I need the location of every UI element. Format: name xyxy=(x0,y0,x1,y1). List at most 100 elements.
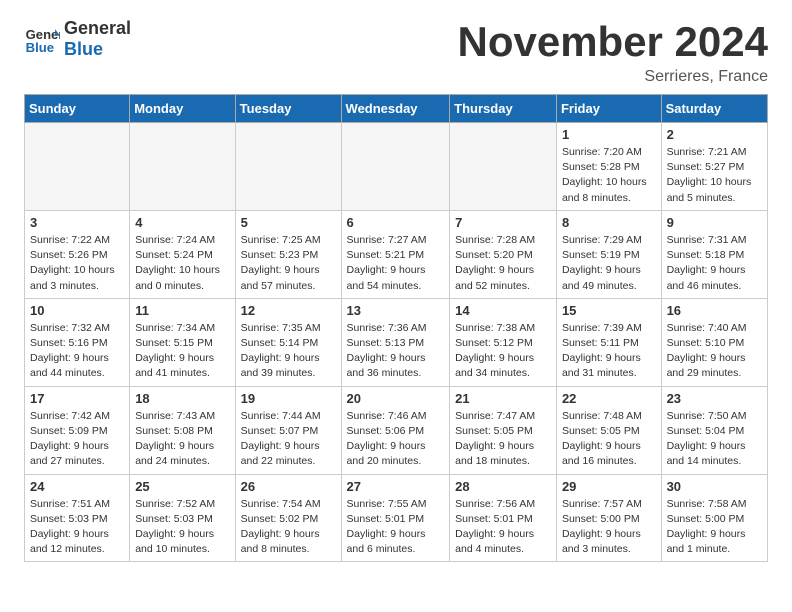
day-cell: 5 Sunrise: 7:25 AM Sunset: 5:23 PM Daylig… xyxy=(235,210,341,298)
weekday-header-tuesday: Tuesday xyxy=(235,95,341,123)
day-cell xyxy=(341,123,450,211)
day-number: 20 xyxy=(347,391,445,406)
day-info: Sunrise: 7:52 AM Sunset: 5:03 PM Dayligh… xyxy=(135,497,229,558)
day-cell: 10Sunrise: 7:32 AM Sunset: 5:16 PM Dayli… xyxy=(25,298,130,386)
day-cell: 18Sunrise: 7:43 AM Sunset: 5:08 PM Dayli… xyxy=(130,386,235,474)
day-number: 16 xyxy=(667,303,762,318)
day-number: 26 xyxy=(241,479,336,494)
day-number: 19 xyxy=(241,391,336,406)
day-cell: 25 Sunrise: 7:52 AM Sunset: 5:03 PM Dayli… xyxy=(130,474,235,562)
week-row-3: 10Sunrise: 7:32 AM Sunset: 5:16 PM Dayli… xyxy=(25,298,768,386)
day-number: 4 xyxy=(135,215,229,230)
day-cell: 26Sunrise: 7:54 AM Sunset: 5:02 PM Dayli… xyxy=(235,474,341,562)
header: General Blue General Blue November 2024 … xyxy=(0,0,792,94)
day-cell: 4 Sunrise: 7:24 AM Sunset: 5:24 PM Daylig… xyxy=(130,210,235,298)
day-cell xyxy=(130,123,235,211)
day-cell: 30 Sunrise: 7:58 AM Sunset: 5:00 PM Dayli… xyxy=(661,474,767,562)
day-number: 15 xyxy=(562,303,656,318)
weekday-header-row: SundayMondayTuesdayWednesdayThursdayFrid… xyxy=(25,95,768,123)
day-number: 17 xyxy=(30,391,124,406)
logo-line2: Blue xyxy=(64,39,131,60)
day-number: 24 xyxy=(30,479,124,494)
day-number: 6 xyxy=(347,215,445,230)
day-info: Sunrise: 7:51 AM Sunset: 5:03 PM Dayligh… xyxy=(30,497,124,558)
logo-line1: General xyxy=(64,18,131,39)
day-cell: 14 Sunrise: 7:38 AM Sunset: 5:12 PM Dayli… xyxy=(450,298,557,386)
day-cell: 28 Sunrise: 7:56 AM Sunset: 5:01 PM Dayli… xyxy=(450,474,557,562)
day-info: Sunrise: 7:46 AM Sunset: 5:06 PM Dayligh… xyxy=(347,409,445,470)
day-cell: 11 Sunrise: 7:34 AM Sunset: 5:15 PM Dayli… xyxy=(130,298,235,386)
day-number: 25 xyxy=(135,479,229,494)
day-number: 28 xyxy=(455,479,551,494)
day-cell: 19 Sunrise: 7:44 AM Sunset: 5:07 PM Dayli… xyxy=(235,386,341,474)
day-info: Sunrise: 7:29 AM Sunset: 5:19 PM Dayligh… xyxy=(562,233,656,294)
day-info: Sunrise: 7:58 AM Sunset: 5:00 PM Dayligh… xyxy=(667,497,762,558)
day-cell: 6 Sunrise: 7:27 AM Sunset: 5:21 PM Daylig… xyxy=(341,210,450,298)
day-cell: 1 Sunrise: 7:20 AM Sunset: 5:28 PM Daylig… xyxy=(556,123,661,211)
day-cell: 23 Sunrise: 7:50 AM Sunset: 5:04 PM Dayli… xyxy=(661,386,767,474)
weekday-header-sunday: Sunday xyxy=(25,95,130,123)
day-number: 1 xyxy=(562,127,656,142)
day-cell: 29Sunrise: 7:57 AM Sunset: 5:00 PM Dayli… xyxy=(556,474,661,562)
day-info: Sunrise: 7:39 AM Sunset: 5:11 PM Dayligh… xyxy=(562,321,656,382)
day-number: 5 xyxy=(241,215,336,230)
day-info: Sunrise: 7:24 AM Sunset: 5:24 PM Dayligh… xyxy=(135,233,229,294)
day-cell: 3Sunrise: 7:22 AM Sunset: 5:26 PM Daylig… xyxy=(25,210,130,298)
svg-text:Blue: Blue xyxy=(26,40,54,55)
day-info: Sunrise: 7:28 AM Sunset: 5:20 PM Dayligh… xyxy=(455,233,551,294)
day-cell: 13Sunrise: 7:36 AM Sunset: 5:13 PM Dayli… xyxy=(341,298,450,386)
week-row-5: 24 Sunrise: 7:51 AM Sunset: 5:03 PM Dayli… xyxy=(25,474,768,562)
calendar-table: SundayMondayTuesdayWednesdayThursdayFrid… xyxy=(24,94,768,562)
day-info: Sunrise: 7:21 AM Sunset: 5:27 PM Dayligh… xyxy=(667,145,762,206)
day-info: Sunrise: 7:27 AM Sunset: 5:21 PM Dayligh… xyxy=(347,233,445,294)
day-info: Sunrise: 7:42 AM Sunset: 5:09 PM Dayligh… xyxy=(30,409,124,470)
weekday-header-saturday: Saturday xyxy=(661,95,767,123)
day-number: 12 xyxy=(241,303,336,318)
day-number: 3 xyxy=(30,215,124,230)
day-info: Sunrise: 7:48 AM Sunset: 5:05 PM Dayligh… xyxy=(562,409,656,470)
day-number: 18 xyxy=(135,391,229,406)
week-row-4: 17 Sunrise: 7:42 AM Sunset: 5:09 PM Dayli… xyxy=(25,386,768,474)
day-info: Sunrise: 7:36 AM Sunset: 5:13 PM Dayligh… xyxy=(347,321,445,382)
day-info: Sunrise: 7:44 AM Sunset: 5:07 PM Dayligh… xyxy=(241,409,336,470)
day-cell: 16 Sunrise: 7:40 AM Sunset: 5:10 PM Dayli… xyxy=(661,298,767,386)
day-info: Sunrise: 7:20 AM Sunset: 5:28 PM Dayligh… xyxy=(562,145,656,206)
day-cell: 15 Sunrise: 7:39 AM Sunset: 5:11 PM Dayli… xyxy=(556,298,661,386)
day-info: Sunrise: 7:34 AM Sunset: 5:15 PM Dayligh… xyxy=(135,321,229,382)
day-info: Sunrise: 7:55 AM Sunset: 5:01 PM Dayligh… xyxy=(347,497,445,558)
day-cell: 24 Sunrise: 7:51 AM Sunset: 5:03 PM Dayli… xyxy=(25,474,130,562)
day-info: Sunrise: 7:38 AM Sunset: 5:12 PM Dayligh… xyxy=(455,321,551,382)
day-number: 14 xyxy=(455,303,551,318)
calendar-wrap: SundayMondayTuesdayWednesdayThursdayFrid… xyxy=(0,94,792,574)
weekday-header-friday: Friday xyxy=(556,95,661,123)
day-info: Sunrise: 7:31 AM Sunset: 5:18 PM Dayligh… xyxy=(667,233,762,294)
day-info: Sunrise: 7:47 AM Sunset: 5:05 PM Dayligh… xyxy=(455,409,551,470)
day-number: 22 xyxy=(562,391,656,406)
title-block: November 2024 Serrieres, France xyxy=(457,18,768,86)
day-cell: 9 Sunrise: 7:31 AM Sunset: 5:18 PM Daylig… xyxy=(661,210,767,298)
day-number: 11 xyxy=(135,303,229,318)
day-cell xyxy=(235,123,341,211)
day-info: Sunrise: 7:40 AM Sunset: 5:10 PM Dayligh… xyxy=(667,321,762,382)
day-info: Sunrise: 7:56 AM Sunset: 5:01 PM Dayligh… xyxy=(455,497,551,558)
day-cell xyxy=(25,123,130,211)
day-number: 8 xyxy=(562,215,656,230)
day-number: 7 xyxy=(455,215,551,230)
day-info: Sunrise: 7:25 AM Sunset: 5:23 PM Dayligh… xyxy=(241,233,336,294)
day-info: Sunrise: 7:57 AM Sunset: 5:00 PM Dayligh… xyxy=(562,497,656,558)
day-cell: 21 Sunrise: 7:47 AM Sunset: 5:05 PM Dayli… xyxy=(450,386,557,474)
day-cell: 27Sunrise: 7:55 AM Sunset: 5:01 PM Dayli… xyxy=(341,474,450,562)
day-number: 30 xyxy=(667,479,762,494)
day-cell xyxy=(450,123,557,211)
day-number: 21 xyxy=(455,391,551,406)
day-cell: 17 Sunrise: 7:42 AM Sunset: 5:09 PM Dayli… xyxy=(25,386,130,474)
week-row-2: 3Sunrise: 7:22 AM Sunset: 5:26 PM Daylig… xyxy=(25,210,768,298)
day-cell: 20 Sunrise: 7:46 AM Sunset: 5:06 PM Dayli… xyxy=(341,386,450,474)
day-cell: 22 Sunrise: 7:48 AM Sunset: 5:05 PM Dayli… xyxy=(556,386,661,474)
day-number: 9 xyxy=(667,215,762,230)
day-number: 23 xyxy=(667,391,762,406)
day-info: Sunrise: 7:32 AM Sunset: 5:16 PM Dayligh… xyxy=(30,321,124,382)
day-info: Sunrise: 7:35 AM Sunset: 5:14 PM Dayligh… xyxy=(241,321,336,382)
day-cell: 12 Sunrise: 7:35 AM Sunset: 5:14 PM Dayli… xyxy=(235,298,341,386)
day-info: Sunrise: 7:50 AM Sunset: 5:04 PM Dayligh… xyxy=(667,409,762,470)
